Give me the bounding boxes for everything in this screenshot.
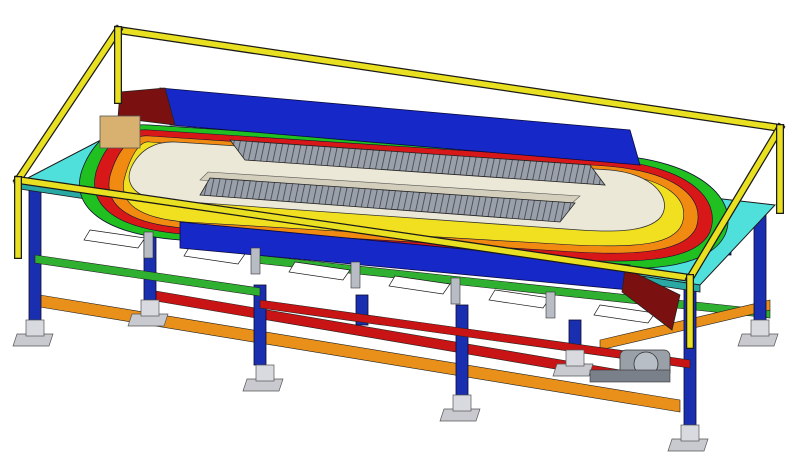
leg-5: [455, 304, 469, 396]
foot-2: [242, 364, 284, 392]
foot-block: [255, 364, 275, 382]
bracket-1: [143, 231, 154, 259]
foot-4: [667, 424, 709, 452]
bracket-2: [250, 247, 261, 275]
leg-8: [753, 214, 767, 321]
conveyor-drawing: [12, 24, 786, 452]
bracket-3: [350, 261, 361, 289]
leg-3: [253, 284, 267, 366]
bracket-5: [545, 291, 556, 319]
conveyor-scene: [0, 0, 800, 465]
foot-3: [439, 394, 481, 422]
bracket-4: [450, 277, 461, 305]
motor-base: [589, 369, 671, 383]
foot-block: [680, 424, 700, 442]
foot-1: [12, 319, 54, 347]
foot-5: [737, 319, 779, 347]
foot-block: [25, 319, 45, 337]
tan-box: [99, 115, 141, 149]
foot-block: [565, 349, 585, 367]
foot-block: [750, 319, 770, 337]
foot-block: [140, 299, 160, 317]
foot-block: [452, 394, 472, 412]
